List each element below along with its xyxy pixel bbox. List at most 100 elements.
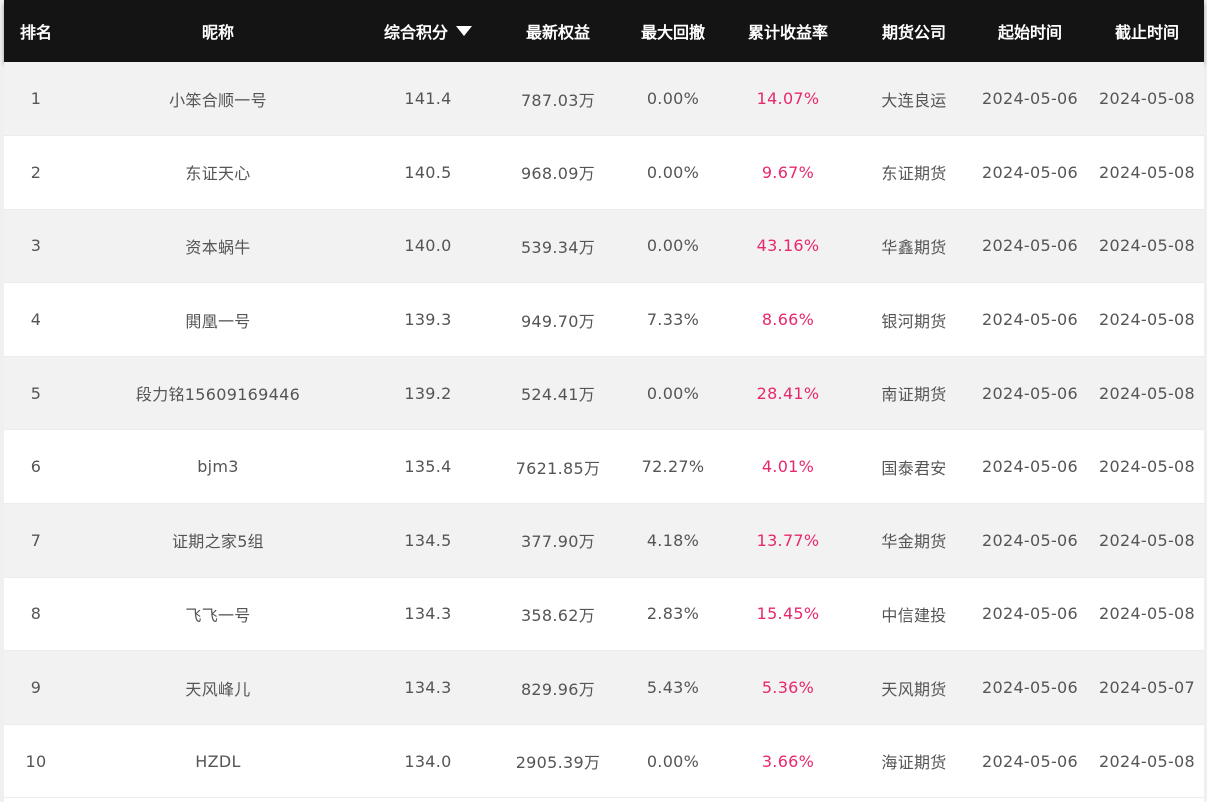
cell-equity: 377.90万 [488, 503, 628, 578]
cell-nickname: 閧凰一号 [68, 282, 368, 357]
cell-score: 134.0 [368, 724, 488, 799]
triangle-down-icon[interactable] [456, 26, 472, 36]
cell-start: 2024-05-06 [970, 356, 1090, 431]
cell-broker: 南证期货 [858, 356, 970, 431]
table-row: 7 证期之家5组 134.5 377.90万 4.18% 13.77% 华金期货 2024-0… [4, 503, 1204, 578]
header-broker: 期货公司 [881, 23, 946, 42]
cell-return-rate: 43.16% [718, 209, 858, 284]
cell-nickname: bjm3 [68, 429, 368, 505]
cell-end: 2024-05-08 [1090, 429, 1204, 505]
cell-nickname: 飞飞一号 [68, 577, 368, 652]
cell-drawdown: 72.27% [628, 429, 718, 505]
table-row: 1 小笨合顺一号 141.4 787.03万 0.00% 14.07% 大连良运 2024-0… [4, 62, 1204, 137]
cell-return-rate: 4.01% [718, 429, 858, 505]
cell-broker: 国泰君安 [858, 429, 970, 505]
cell-nickname: 天风峰儿 [68, 650, 368, 725]
table-row: 2 东证天心 140.5 968.09万 0.00% 9.67% 东证期货 2024-05-0… [4, 135, 1204, 210]
cell-equity: 2905.39万 [488, 724, 628, 799]
header-end: 截止时间 [1114, 23, 1179, 42]
cell-drawdown: 2.83% [628, 577, 718, 652]
cell-equity: 358.62万 [488, 577, 628, 652]
cell-rank: 5 [4, 356, 68, 431]
cell-start: 2024-05-06 [970, 503, 1090, 578]
cell-end: 2024-05-08 [1090, 282, 1204, 357]
cell-start: 2024-05-06 [970, 650, 1090, 725]
header-return-rate: 累计收益率 [747, 23, 828, 42]
cell-return-rate: 13.77% [718, 503, 858, 578]
ranking-table-container: 排名 昵称 综合积分 最新权益 最大回撤 累计收益率 期货公司 起始时间 截止时… [0, 0, 1207, 802]
cell-start: 2024-05-06 [970, 577, 1090, 652]
table-row: 3 资本蜗牛 140.0 539.34万 0.00% 43.16% 华鑫期货 2024-05-… [4, 209, 1204, 284]
cell-drawdown: 0.00% [628, 62, 718, 137]
cell-equity: 949.70万 [488, 282, 628, 357]
cell-score: 134.5 [368, 503, 488, 578]
header-score-label[interactable]: 综合积分 [384, 23, 448, 42]
cell-rank: 10 [4, 724, 68, 799]
cell-rank: 7 [4, 503, 68, 578]
table-row: 4 閧凰一号 139.3 949.70万 7.33% 8.66% 银河期货 2024-05-0… [4, 282, 1204, 357]
cell-nickname: 证期之家5组 [68, 503, 368, 578]
cell-rank: 1 [4, 62, 68, 137]
cell-broker: 银河期货 [858, 282, 970, 357]
cell-rank: 6 [4, 429, 68, 505]
header-equity: 最新权益 [525, 23, 590, 42]
cell-equity: 524.41万 [488, 356, 628, 431]
cell-score: 140.5 [368, 135, 488, 210]
cell-rank: 4 [4, 282, 68, 357]
cell-broker: 华金期货 [858, 503, 970, 578]
cell-score: 140.0 [368, 209, 488, 284]
cell-nickname: 小笨合顺一号 [68, 62, 368, 137]
cell-rank: 2 [4, 135, 68, 210]
cell-start: 2024-05-06 [970, 282, 1090, 357]
header-rank: 排名 [19, 23, 52, 42]
cell-return-rate: 15.45% [718, 577, 858, 652]
cell-start: 2024-05-06 [970, 724, 1090, 799]
cell-equity: 787.03万 [488, 62, 628, 137]
header-nickname: 昵称 [201, 23, 234, 42]
header-start: 起始时间 [997, 23, 1062, 42]
cell-end: 2024-05-08 [1090, 209, 1204, 284]
ranking-table: 排名 昵称 综合积分 最新权益 最大回撤 累计收益率 期货公司 起始时间 截止时… [4, 0, 1204, 799]
cell-end: 2024-05-08 [1090, 62, 1204, 137]
cell-equity: 829.96万 [488, 650, 628, 725]
cell-broker: 海证期货 [858, 724, 970, 799]
cell-score: 135.4 [368, 429, 488, 505]
cell-drawdown: 7.33% [628, 282, 718, 357]
table-header-row: 排名 昵称 综合积分 最新权益 最大回撤 累计收益率 期货公司 起始时间 截止时… [4, 0, 1204, 62]
cell-end: 2024-05-08 [1090, 577, 1204, 652]
cell-equity: 539.34万 [488, 209, 628, 284]
table-row: 6 bjm3 135.4 7621.85万 72.27% 4.01% 国泰君安 2024-05… [4, 429, 1204, 505]
cell-drawdown: 4.18% [628, 503, 718, 578]
table-body: 1 小笨合顺一号 141.4 787.03万 0.00% 14.07% 大连良运 2024-0… [4, 62, 1204, 799]
cell-return-rate: 8.66% [718, 282, 858, 357]
cell-return-rate: 5.36% [718, 650, 858, 725]
cell-nickname: 资本蜗牛 [68, 209, 368, 284]
cell-rank: 9 [4, 650, 68, 725]
cell-end: 2024-05-07 [1090, 650, 1204, 725]
cell-start: 2024-05-06 [970, 429, 1090, 505]
cell-nickname: 东证天心 [68, 135, 368, 210]
cell-end: 2024-05-08 [1090, 503, 1204, 578]
cell-score: 134.3 [368, 650, 488, 725]
cell-drawdown: 0.00% [628, 135, 718, 210]
cell-drawdown: 0.00% [628, 356, 718, 431]
cell-rank: 8 [4, 577, 68, 652]
cell-score: 141.4 [368, 62, 488, 137]
header-score[interactable]: 综合积分 [368, 0, 488, 62]
cell-nickname: 段力铭15609169446 [68, 356, 368, 431]
cell-score: 139.3 [368, 282, 488, 357]
cell-score: 134.3 [368, 577, 488, 652]
cell-broker: 大连良运 [858, 62, 970, 137]
cell-end: 2024-05-08 [1090, 356, 1204, 431]
cell-start: 2024-05-06 [970, 62, 1090, 137]
cell-return-rate: 3.66% [718, 724, 858, 799]
cell-end: 2024-05-08 [1090, 724, 1204, 799]
cell-drawdown: 0.00% [628, 209, 718, 284]
cell-return-rate: 28.41% [718, 356, 858, 431]
cell-drawdown: 5.43% [628, 650, 718, 725]
table-row: 5 段力铭15609169446 139.2 524.41万 0.00% 28.41% 南证… [4, 356, 1204, 431]
cell-start: 2024-05-06 [970, 135, 1090, 210]
cell-equity: 968.09万 [488, 135, 628, 210]
cell-end: 2024-05-08 [1090, 135, 1204, 210]
cell-broker: 中信建投 [858, 577, 970, 652]
